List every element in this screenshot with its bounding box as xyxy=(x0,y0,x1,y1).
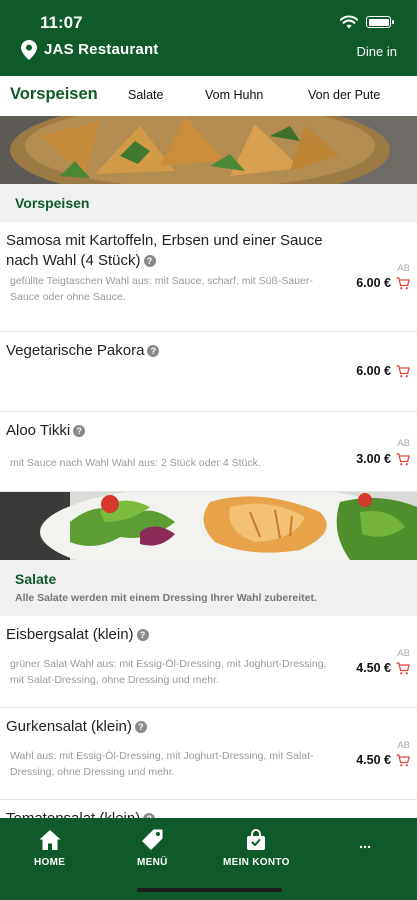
menu-item-eisbergsalat[interactable]: Eisbergsalat (klein)? grüner Salat Wahl … xyxy=(0,616,417,708)
nav-mein-konto[interactable]: MEIN KONTO xyxy=(223,828,290,868)
item-description: gefüllte Teigtaschen Wahl aus: mit Sauce… xyxy=(10,275,313,303)
item-price: 4.50 € xyxy=(356,661,391,675)
nav-home[interactable]: HOME xyxy=(34,828,65,868)
bag-icon xyxy=(247,829,266,850)
status-icons xyxy=(340,15,394,29)
info-icon[interactable]: ? xyxy=(73,425,86,437)
cart-icon[interactable] xyxy=(396,276,410,290)
cart-icon[interactable] xyxy=(396,753,410,767)
item-price: 6.00 € xyxy=(356,276,391,290)
item-price: 6.00 € xyxy=(356,364,391,378)
nav-label: HOME xyxy=(34,857,66,868)
info-icon[interactable]: ? xyxy=(143,255,156,267)
item-name: Aloo Tikki? xyxy=(6,421,326,441)
item-name: Vegetarische Pakora? xyxy=(6,341,326,361)
nav-label: MENÜ xyxy=(137,857,168,868)
tab-vom-huhn[interactable]: Vom Huhn xyxy=(205,88,263,102)
dine-in-toggle[interactable]: Dine in xyxy=(357,44,397,59)
item-description: mit Sauce nach Wahl Wahl aus: 2 Stück od… xyxy=(10,457,261,469)
price-row[interactable]: 4.50 € xyxy=(356,753,410,767)
app-header: 11:07 JAS Restaurant Dine in xyxy=(0,0,417,76)
section-title: Salate xyxy=(15,571,57,587)
wifi-icon xyxy=(340,15,358,29)
price-from-label: AB xyxy=(397,740,410,751)
home-icon xyxy=(39,830,61,850)
price-from-label: AB xyxy=(397,648,410,659)
item-description: grüner Salat Wahl aus: mit Essig-Öl-Dres… xyxy=(10,658,327,686)
price-row[interactable]: 6.00 € xyxy=(356,276,410,290)
tag-icon xyxy=(142,829,163,850)
salate-banner-image xyxy=(0,492,417,560)
tab-vorspeisen[interactable]: Vorspeisen xyxy=(10,85,98,104)
price-from-label: AB xyxy=(397,263,410,274)
item-price: 3.00 € xyxy=(356,452,391,466)
section-header-vorspeisen: Vorspeisen xyxy=(0,184,417,222)
info-icon[interactable]: ? xyxy=(147,345,160,357)
nav-menu[interactable]: MENÜ xyxy=(137,828,168,868)
item-name: Gurkensalat (klein)? xyxy=(6,717,326,737)
cart-icon[interactable] xyxy=(396,452,410,466)
menu-item-gurkensalat[interactable]: Gurkensalat (klein)? Wahl aus: mit Essig… xyxy=(0,708,417,800)
item-name: Eisbergsalat (klein)? xyxy=(6,625,326,645)
status-time: 11:07 xyxy=(40,13,83,32)
item-name: Samosa mit Kartoffeln, Erbsen und einer … xyxy=(6,232,323,269)
info-icon[interactable]: ? xyxy=(134,721,147,733)
price-row[interactable]: 6.00 € xyxy=(356,364,410,378)
restaurant-name[interactable]: JAS Restaurant xyxy=(44,41,159,58)
tab-von-der-pute[interactable]: Von der Pute xyxy=(308,88,380,102)
nav-label: MEIN KONTO xyxy=(223,857,290,868)
category-tabs: Vorspeisen Salate Vom Huhn Von der Pute xyxy=(0,76,417,116)
more-icon xyxy=(359,845,371,849)
price-row[interactable]: 3.00 € xyxy=(356,452,410,466)
vorspeisen-banner-image xyxy=(0,116,417,184)
item-price: 4.50 € xyxy=(356,753,391,767)
section-title: Vorspeisen xyxy=(15,195,90,211)
home-indicator xyxy=(137,888,282,892)
section-subtitle: Alle Salate werden mit einem Dressing Ih… xyxy=(15,592,317,604)
nav-more[interactable] xyxy=(353,844,377,856)
menu-item-pakora[interactable]: Vegetarische Pakora? 6.00 € xyxy=(0,332,417,412)
section-header-salate: Salate Alle Salate werden mit einem Dres… xyxy=(0,560,417,616)
price-row[interactable]: 4.50 € xyxy=(356,661,410,675)
info-icon[interactable]: ? xyxy=(136,629,149,641)
cart-icon[interactable] xyxy=(396,661,410,675)
price-from-label: AB xyxy=(397,438,410,449)
cart-icon[interactable] xyxy=(396,364,410,378)
battery-icon xyxy=(366,16,394,28)
tab-salate[interactable]: Salate xyxy=(128,88,163,102)
location-pin-icon[interactable] xyxy=(21,40,37,60)
menu-item-samosa[interactable]: Samosa mit Kartoffeln, Erbsen und einer … xyxy=(0,222,417,332)
item-description: Wahl aus: mit Essig-Öl-Dressing, mit Jog… xyxy=(10,750,314,778)
menu-item-aloo-tikki[interactable]: Aloo Tikki? mit Sauce nach Wahl Wahl aus… xyxy=(0,412,417,492)
